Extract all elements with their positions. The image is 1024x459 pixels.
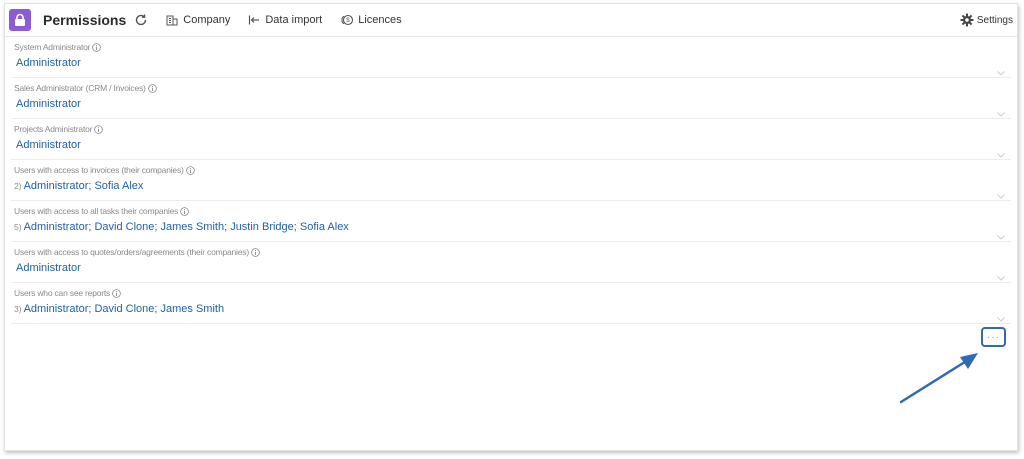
permission-value: Administrator (16, 262, 81, 274)
permission-row-system-administrator[interactable]: System Administrator Administrator (11, 37, 1011, 78)
permission-label: Users with access to all tasks their com… (14, 206, 179, 216)
permissions-list: System Administrator Administrator Sales… (11, 37, 1011, 324)
permission-label: Users who can see reports (14, 288, 111, 298)
selection-count: 2) (14, 181, 22, 191)
permission-row-quotes-access[interactable]: Users with access to quotes/orders/agree… (11, 242, 1011, 283)
settings-button[interactable]: Settings (960, 4, 1013, 36)
selection-count: 3) (14, 304, 22, 314)
more-options-button[interactable]: ··· (981, 327, 1006, 347)
data-import-button-label: Data import (265, 14, 323, 26)
permission-row-tasks-access[interactable]: Users with access to all tasks their com… (11, 201, 1011, 242)
chevron-down-icon[interactable] (997, 309, 1005, 327)
permission-label: System Administrator (14, 42, 91, 52)
info-icon[interactable] (92, 42, 102, 52)
svg-text:$: $ (347, 18, 351, 24)
licences-button[interactable]: $ Licences (340, 14, 402, 26)
info-icon[interactable] (180, 206, 189, 216)
info-icon[interactable] (147, 83, 157, 93)
permission-label: Projects Administrator (14, 124, 93, 134)
page-title: Permissions (43, 12, 127, 28)
company-button[interactable]: Company (166, 14, 230, 26)
building-icon (166, 15, 178, 26)
permission-value: Administrator (16, 98, 81, 110)
permission-label: Sales Administrator (CRM / Invoices) (14, 83, 146, 93)
permission-row-projects-administrator[interactable]: Projects Administrator Administrator (11, 119, 1011, 160)
settings-button-label: Settings (976, 14, 1013, 26)
selection-count: 5) (14, 222, 22, 232)
permission-value: Administrator; David Clone; James Smith (23, 303, 225, 315)
permissions-window: Permissions Company Data import $ Licenc… (4, 3, 1018, 451)
permission-row-reports[interactable]: Users who can see reports 3) Administrat… (11, 283, 1011, 324)
permission-value: Administrator (16, 139, 81, 151)
refresh-icon[interactable] (134, 13, 148, 27)
info-icon[interactable] (185, 165, 195, 175)
licences-button-label: Licences (358, 14, 402, 26)
permission-row-invoices-access[interactable]: Users with access to invoices (their com… (11, 160, 1011, 201)
permission-value: Administrator; Sofia Alex (23, 180, 144, 192)
info-icon[interactable] (112, 288, 121, 298)
info-icon[interactable] (251, 247, 260, 257)
info-icon[interactable] (94, 124, 104, 134)
company-button-label: Company (183, 14, 231, 26)
permission-row-sales-administrator[interactable]: Sales Administrator (CRM / Invoices) Adm… (11, 78, 1011, 119)
top-toolbar: Permissions Company Data import $ Licenc… (5, 4, 1017, 37)
gear-icon (960, 13, 974, 27)
permission-value: Administrator; David Clone; James Smith;… (23, 221, 349, 233)
data-import-button[interactable]: Data import (248, 14, 322, 26)
coins-icon: $ (341, 14, 354, 26)
import-icon (249, 15, 260, 25)
lock-icon (9, 9, 31, 31)
permission-label: Users with access to quotes/orders/agree… (14, 247, 249, 257)
permission-value: Administrator (16, 57, 81, 69)
permission-label: Users with access to invoices (their com… (14, 165, 184, 175)
